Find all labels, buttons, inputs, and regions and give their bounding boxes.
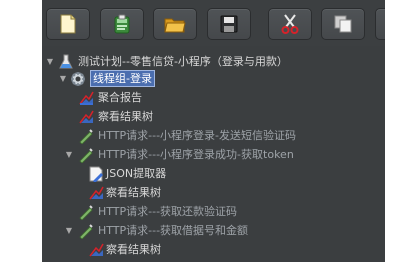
json-extractor-icon: [89, 166, 103, 182]
tree-item-label: HTTP请求---小程序登录-发送短信验证码: [98, 129, 297, 142]
tree-item-label: HTTP请求---小程序登录成功-获取token: [98, 148, 294, 161]
open-folder-icon: [164, 18, 186, 33]
http-request-icon: [79, 148, 93, 163]
toolbar: [42, 0, 385, 46]
http-request-icon: [79, 224, 93, 239]
tree-item-label: 线程组-登录: [90, 70, 155, 87]
tree-item-view-results-tree[interactable]: 察看结果树: [42, 183, 385, 202]
cut-icon: [281, 14, 299, 34]
tree-item-label: HTTP请求---获取借据号和金额: [98, 224, 249, 237]
jmeter-window: ▼ 测试计划--零售信贷-小程序（登录与用款） ▼ 线程组-登录 聚合报告 察看…: [42, 0, 385, 262]
tree-item-thread-group[interactable]: ▼ 线程组-登录: [42, 69, 385, 88]
collapse-arrow-icon[interactable]: ▼: [64, 145, 74, 164]
tree-item-label: 察看结果树: [106, 186, 161, 199]
tree-item-json-extractor[interactable]: JSON提取器: [42, 164, 385, 183]
tree-item-label: JSON提取器: [106, 167, 167, 180]
view-results-tree-icon: [89, 243, 104, 257]
tree-item-http-request[interactable]: ▼ HTTP请求---小程序登录成功-获取token: [42, 145, 385, 164]
tree-item-http-request[interactable]: HTTP请求---小程序登录-发送短信验证码: [42, 126, 385, 145]
templates-button[interactable]: [100, 8, 144, 40]
aggregate-report-icon: [79, 91, 94, 105]
copy-button[interactable]: [321, 8, 365, 40]
cut-button[interactable]: [268, 8, 312, 40]
tree-item-label: HTTP请求---获取还款验证码: [98, 205, 238, 218]
tree-item-label: 察看结果树: [106, 243, 161, 256]
open-button[interactable]: [153, 8, 197, 40]
save-icon: [220, 15, 238, 33]
tree-item-view-results-tree[interactable]: 察看结果树: [42, 107, 385, 126]
view-results-tree-icon: [79, 110, 94, 124]
new-icon: [60, 14, 76, 34]
new-button[interactable]: [46, 8, 90, 40]
tree-item-http-request[interactable]: HTTP请求---获取还款验证码: [42, 202, 385, 221]
tree-item-http-request[interactable]: ▼ HTTP请求---获取借据号和金额: [42, 221, 385, 240]
http-request-icon: [79, 205, 93, 220]
http-request-icon: [79, 129, 93, 144]
test-plan-icon: [59, 54, 73, 69]
tree-item-label: 察看结果树: [98, 110, 153, 123]
thread-group-icon: [71, 72, 85, 86]
save-button[interactable]: [207, 8, 251, 40]
templates-icon: [114, 14, 130, 34]
tree-item-label: 聚合报告: [98, 91, 142, 104]
copy-icon: [334, 15, 352, 33]
test-plan-tree: ▼ 测试计划--零售信贷-小程序（登录与用款） ▼ 线程组-登录 聚合报告 察看…: [42, 49, 385, 262]
tree-item-aggregate-report[interactable]: 聚合报告: [42, 88, 385, 107]
view-results-tree-icon: [89, 186, 104, 200]
collapse-arrow-icon[interactable]: ▼: [58, 69, 68, 88]
tree-item-view-results-tree[interactable]: 察看结果树: [42, 240, 385, 259]
toolbar-overflow-button[interactable]: [375, 8, 385, 40]
collapse-arrow-icon[interactable]: ▼: [64, 221, 74, 240]
